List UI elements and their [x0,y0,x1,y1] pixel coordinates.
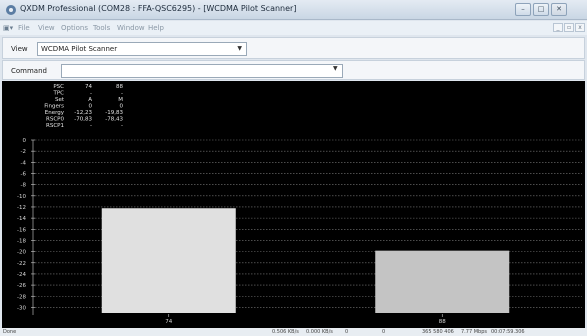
y-tick-label: -10 [17,194,26,200]
info-cell-psc-74: 74 [85,84,92,90]
mdi-restore-button[interactable]: ▫ [564,23,574,32]
x-axis: 74 88 [165,314,446,325]
y-tick-label: -30 [17,305,26,311]
info-cell-psc-88: - [121,123,123,129]
info-cell-psc-74: -70,83 [74,117,92,123]
y-tick-label: -4 [21,160,27,166]
mdi-minimize-button[interactable]: _ [553,23,563,32]
info-cell-psc-74: 0 [89,104,93,110]
info-cell-psc-88: M [118,97,123,103]
y-tick-label: -2 [21,149,26,155]
elapsed-time: 00:07:59.306 [491,329,525,335]
info-cell-psc-74: - [90,91,92,97]
menu-bar: ▣▾ File View Options Tools Window Help _… [0,21,587,35]
menu-file[interactable]: File [18,24,30,32]
info-row-label: Set [55,97,65,103]
rx-rate: 0.506 KB/s [272,329,299,335]
tx-rate: 0.000 KB/s [306,329,333,335]
info-row-label: TPC [52,91,64,97]
y-tick-label: -20 [17,250,26,256]
y-axis: 0 -2 -4 -6 -8 -10 -12 -14 -16 -18 -20 -22 -24 -26 -28 -… [17,138,35,315]
minimize-button[interactable]: – [515,3,531,16]
view-label: View [11,45,28,53]
menu-tools[interactable]: Tools [93,24,110,32]
maximize-button[interactable]: □ [533,3,549,16]
info-table: PSC 74 88 TPC - - Set A M Fingers 0 0 Energy -12,23 -1… [44,84,123,129]
throughput: 7.77 Mbps [461,329,487,335]
mdi-close-button[interactable]: x [575,23,585,32]
menu-help[interactable]: Help [148,24,164,32]
bar-psc-74 [101,208,236,313]
menu-view[interactable]: View [38,24,55,32]
y-tick-label: -24 [17,272,26,278]
y-tick-label: -28 [17,294,26,300]
menu-window[interactable]: Window [117,24,145,32]
chevron-down-icon[interactable]: ▼ [237,43,242,55]
pilot-scanner-chart: PSC 74 88 TPC - - Set A M Fingers 0 0 Energy -12,23 -1… [17,84,582,325]
y-tick-label: -26 [17,283,26,289]
chevron-down-icon[interactable]: ▼ [333,65,338,72]
y-tick-label: -8 [21,183,27,189]
status-bar: Done 0.506 KB/s 0.000 KB/s 0 0 365 580 4… [0,328,587,336]
status-field-2: 0 [382,329,386,335]
command-toolbar: Command ▼ [2,60,585,80]
status-field-1: 0 [345,329,349,335]
pilot-scanner-panel: PSC 74 88 TPC - - Set A M Fingers 0 0 Energy -12,23 -1… [2,81,585,328]
y-tick-label: -18 [17,238,26,244]
info-cell-psc-74: -12,23 [74,110,92,116]
view-selected-value: WCDMA Pilot Scanner [41,45,118,53]
byte-count: 365 580 406 [422,329,454,335]
x-tick-label: 74 [165,319,172,325]
info-row-label: PSC [53,84,64,90]
info-cell-psc-88: -78,43 [105,117,123,123]
command-label: Command [11,67,47,75]
info-cell-psc-74: - [90,123,92,129]
info-cell-psc-74: A [88,97,92,103]
info-cell-psc-88: 0 [120,104,124,110]
view-toolbar: View WCDMA Pilot Scanner ▼ [2,37,585,59]
window-title: QXDM Professional (COM28 : FFA-QSC6295) … [20,4,297,13]
info-row-label: Fingers [44,104,64,110]
bar-psc-88 [375,250,510,313]
info-cell-psc-88: -19,83 [105,110,123,116]
menu-options[interactable]: Options [61,24,88,32]
close-button[interactable]: ✕ [551,3,567,16]
info-row-label: RSCP0 [46,117,64,123]
status-text: Done [3,329,17,335]
y-tick-label: -14 [17,216,26,222]
bar-series [101,208,510,313]
mdi-child-icon[interactable]: ▣▾ [3,24,13,32]
info-row-label: Energy [45,110,65,116]
qxdm-app-icon [6,5,16,15]
y-tick-label: -6 [21,171,27,177]
y-tick-label: -12 [17,205,26,211]
qxdm-window: QXDM Professional (COM28 : FFA-QSC6295) … [0,0,587,336]
title-bar: QXDM Professional (COM28 : FFA-QSC6295) … [0,0,587,20]
info-cell-psc-88: 88 [116,84,123,90]
info-row-label: RSCP1 [46,123,64,129]
y-tick-label: -16 [17,227,26,233]
y-tick-label: -22 [17,261,26,267]
x-tick-label: 88 [439,319,446,325]
command-input[interactable] [61,64,343,78]
view-dropdown[interactable]: WCDMA Pilot Scanner ▼ [37,42,247,56]
y-tick-label: 0 [23,138,27,144]
info-cell-psc-88: - [121,91,123,97]
